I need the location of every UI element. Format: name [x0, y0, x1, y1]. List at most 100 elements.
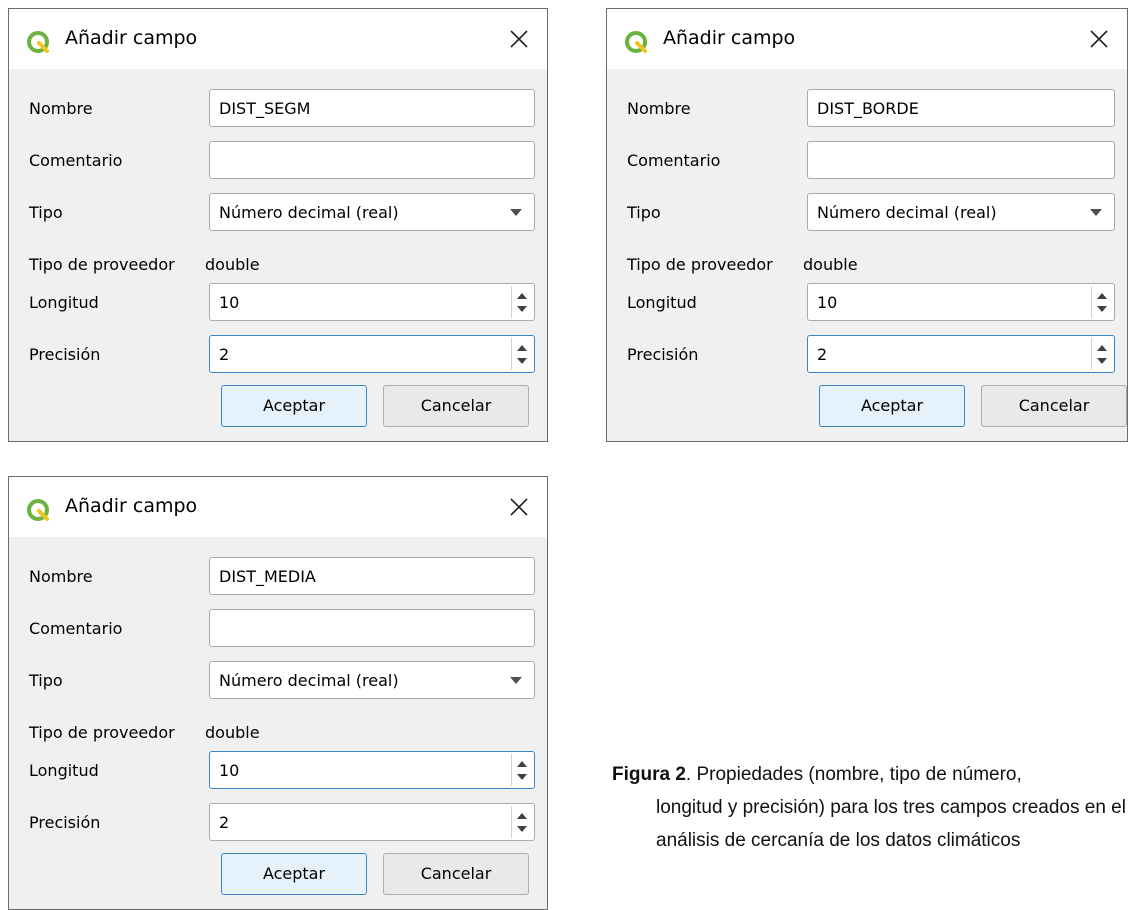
row-tipo: Tipo Número decimal (real) — [29, 661, 535, 701]
row-comentario: Comentario — [29, 141, 535, 181]
qgis-logo-icon — [27, 31, 49, 53]
title-bar: Añadir campo — [607, 9, 1127, 69]
longitud-value: 10 — [219, 761, 240, 780]
nombre-input[interactable]: DIST_MEDIA — [209, 557, 535, 595]
chevron-down-icon — [1090, 209, 1102, 216]
longitud-label: Longitud — [29, 761, 99, 780]
caption-text-rest: longitud y precisión) para los tres camp… — [656, 797, 1126, 851]
longitud-value: 10 — [219, 293, 240, 312]
tipo-proveedor-value: double — [205, 723, 260, 742]
spin-arrows-icon[interactable] — [511, 286, 532, 318]
nombre-value: DIST_BORDE — [817, 99, 919, 118]
row-comentario: Comentario — [29, 609, 535, 649]
tipo-proveedor-value: double — [205, 255, 260, 274]
row-longitud: Longitud 10 — [29, 283, 535, 323]
comentario-input[interactable] — [807, 141, 1115, 179]
longitud-label: Longitud — [627, 293, 697, 312]
tipo-label: Tipo — [29, 203, 63, 222]
cancel-button[interactable]: Cancelar — [383, 853, 529, 895]
precision-spinbox[interactable]: 2 — [209, 803, 535, 841]
close-icon[interactable] — [509, 29, 529, 49]
row-longitud: Longitud 10 — [29, 751, 535, 791]
close-icon[interactable] — [509, 497, 529, 517]
tipo-proveedor-label: Tipo de proveedor — [29, 723, 175, 742]
longitud-spinbox[interactable]: 10 — [807, 283, 1115, 321]
qgis-logo-icon — [27, 499, 49, 521]
comentario-input[interactable] — [209, 609, 535, 647]
row-nombre: Nombre DIST_SEGM — [29, 89, 535, 129]
comentario-input[interactable] — [209, 141, 535, 179]
row-nombre: Nombre DIST_BORDE — [627, 89, 1115, 129]
comentario-label: Comentario — [627, 151, 721, 170]
tipo-value: Número decimal (real) — [219, 671, 399, 690]
comentario-label: Comentario — [29, 151, 123, 170]
spin-arrows-icon[interactable] — [1091, 338, 1112, 370]
nombre-label: Nombre — [627, 99, 691, 118]
row-longitud: Longitud 10 — [627, 283, 1115, 323]
longitud-label: Longitud — [29, 293, 99, 312]
ok-button[interactable]: Aceptar — [221, 853, 367, 895]
dialog-title: Añadir campo — [65, 27, 198, 49]
dialog-title: Añadir campo — [663, 27, 796, 49]
cancel-button[interactable]: Cancelar — [383, 385, 529, 427]
chevron-down-icon — [510, 677, 522, 684]
figure-caption: Figura 2. Propiedades (nombre, tipo de n… — [612, 758, 1132, 857]
dialog-add-field-2: Añadir campo Nombre DIST_BORDE Comentari… — [606, 8, 1128, 442]
nombre-value: DIST_MEDIA — [219, 567, 316, 586]
dialog-add-field-1: Añadir campo Nombre DIST_SEGM Comentario… — [8, 8, 548, 442]
tipo-proveedor-value: double — [803, 255, 858, 274]
tipo-proveedor-label: Tipo de proveedor — [29, 255, 175, 274]
row-tipo: Tipo Número decimal (real) — [29, 193, 535, 233]
qgis-logo-icon — [625, 31, 647, 53]
comentario-label: Comentario — [29, 619, 123, 638]
precision-label: Precisión — [627, 345, 699, 364]
dialog-add-field-3: Añadir campo Nombre DIST_MEDIA Comentari… — [8, 476, 548, 910]
ok-button[interactable]: Aceptar — [221, 385, 367, 427]
tipo-select[interactable]: Número decimal (real) — [209, 661, 535, 699]
tipo-value: Número decimal (real) — [817, 203, 997, 222]
longitud-spinbox[interactable]: 10 — [209, 751, 535, 789]
nombre-value: DIST_SEGM — [219, 99, 311, 118]
row-tipo: Tipo Número decimal (real) — [627, 193, 1115, 233]
nombre-label: Nombre — [29, 99, 93, 118]
chevron-down-icon — [510, 209, 522, 216]
nombre-label: Nombre — [29, 567, 93, 586]
precision-spinbox[interactable]: 2 — [807, 335, 1115, 373]
spin-arrows-icon[interactable] — [511, 338, 532, 370]
tipo-select[interactable]: Número decimal (real) — [807, 193, 1115, 231]
spin-arrows-icon[interactable] — [511, 754, 532, 786]
title-bar: Añadir campo — [9, 477, 547, 537]
row-tipo-proveedor: Tipo de proveedor double — [29, 713, 535, 753]
dialog-title: Añadir campo — [65, 495, 198, 517]
precision-value: 2 — [817, 345, 828, 364]
nombre-input[interactable]: DIST_SEGM — [209, 89, 535, 127]
tipo-label: Tipo — [29, 671, 63, 690]
row-tipo-proveedor: Tipo de proveedor double — [627, 245, 1115, 285]
tipo-select[interactable]: Número decimal (real) — [209, 193, 535, 231]
cancel-button[interactable]: Cancelar — [981, 385, 1127, 427]
row-precision: Precisión 2 — [29, 335, 535, 375]
row-nombre: Nombre DIST_MEDIA — [29, 557, 535, 597]
row-precision: Precisión 2 — [627, 335, 1115, 375]
caption-text-line1: . Propiedades (nombre, tipo de número, — [685, 764, 1022, 785]
row-precision: Precisión 2 — [29, 803, 535, 843]
ok-button[interactable]: Aceptar — [819, 385, 965, 427]
title-bar: Añadir campo — [9, 9, 547, 69]
precision-value: 2 — [219, 345, 230, 364]
row-tipo-proveedor: Tipo de proveedor double — [29, 245, 535, 285]
tipo-value: Número decimal (real) — [219, 203, 399, 222]
nombre-input[interactable]: DIST_BORDE — [807, 89, 1115, 127]
longitud-value: 10 — [817, 293, 838, 312]
tipo-proveedor-label: Tipo de proveedor — [627, 255, 773, 274]
caption-label: Figura 2 — [612, 764, 686, 785]
precision-label: Precisión — [29, 345, 101, 364]
spin-arrows-icon[interactable] — [511, 806, 532, 838]
close-icon[interactable] — [1089, 29, 1109, 49]
row-comentario: Comentario — [627, 141, 1115, 181]
precision-spinbox[interactable]: 2 — [209, 335, 535, 373]
longitud-spinbox[interactable]: 10 — [209, 283, 535, 321]
tipo-label: Tipo — [627, 203, 661, 222]
spin-arrows-icon[interactable] — [1091, 286, 1112, 318]
precision-label: Precisión — [29, 813, 101, 832]
precision-value: 2 — [219, 813, 230, 832]
